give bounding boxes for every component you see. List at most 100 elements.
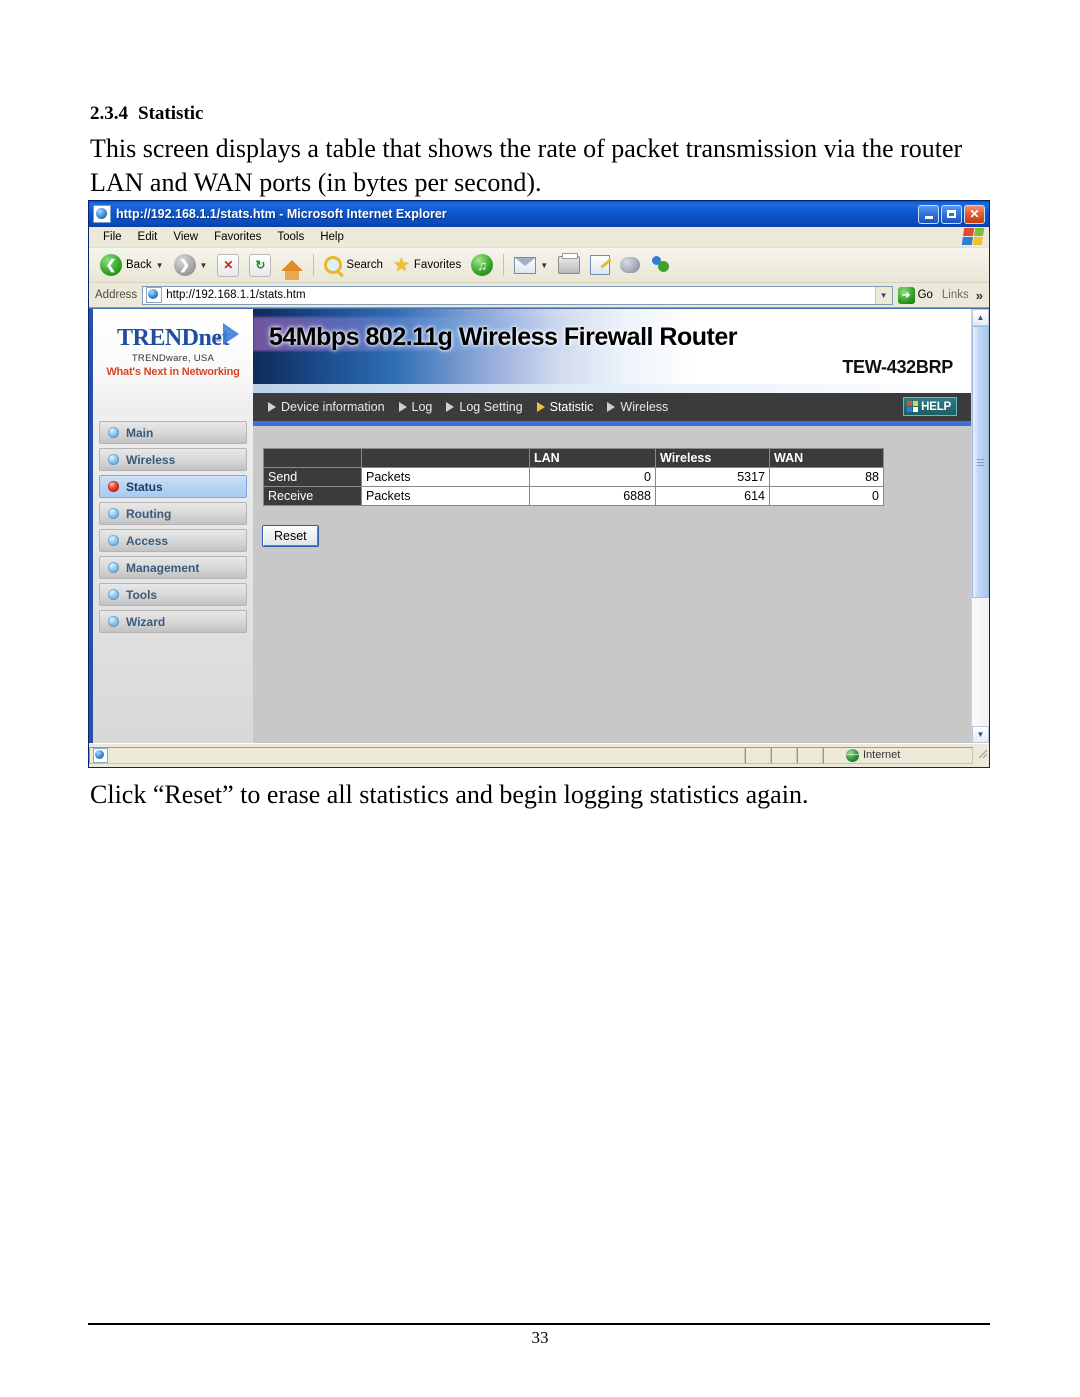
go-button[interactable]: ➔ Go: [897, 286, 933, 304]
refresh-button[interactable]: ↻: [244, 252, 276, 279]
reset-button[interactable]: Reset: [263, 526, 318, 546]
bullet-icon: [108, 535, 119, 546]
back-button[interactable]: ❮ Back ▼: [95, 252, 169, 278]
brand-name: TRENDnet ®: [117, 325, 230, 352]
sidebar-menu: Main Wireless Status Routing Access Mana…: [93, 421, 253, 633]
sidebar-item-label: Routing: [126, 506, 172, 521]
cell-receive-wireless: 614: [655, 486, 770, 506]
mail-dropdown-icon[interactable]: ▼: [540, 261, 548, 270]
arrow-icon: [607, 402, 616, 412]
toolbar-divider: [313, 254, 315, 276]
sidebar-item-label: Tools: [126, 587, 158, 602]
back-dropdown-icon[interactable]: ▼: [156, 261, 164, 270]
status-message: [89, 746, 745, 764]
page-icon: [146, 287, 163, 303]
address-value: http://192.168.1.1/stats.htm: [166, 289, 306, 301]
sidebar-item-management[interactable]: Management: [99, 556, 247, 579]
company-name: TRENDware, USA: [131, 353, 215, 364]
page-viewport: TRENDnet ® TRENDware, USA What's Next in…: [89, 308, 989, 743]
reset-row: Reset: [263, 526, 959, 546]
header-blank-2: [361, 448, 530, 468]
sidebar-item-label: Wizard: [126, 614, 166, 629]
menu-item-tools[interactable]: Tools: [269, 229, 312, 245]
sidebar-item-routing[interactable]: Routing: [99, 502, 247, 525]
tab-log-setting[interactable]: Log Setting: [441, 400, 527, 414]
resize-grip-icon[interactable]: [973, 750, 989, 760]
print-button[interactable]: [553, 253, 585, 276]
help-button[interactable]: HELP: [903, 397, 957, 416]
tab-log[interactable]: Log: [394, 400, 438, 414]
statistics-table: LAN Wireless WAN Send Packets 0 5317 88 …: [263, 448, 884, 506]
back-arrow-icon: ❮: [100, 254, 122, 276]
scroll-down-button[interactable]: ▼: [972, 726, 989, 743]
scroll-up-button[interactable]: ▲: [972, 309, 989, 326]
row-unit-send: Packets: [361, 467, 530, 487]
tab-statistic[interactable]: Statistic: [532, 400, 599, 414]
status-pane-1: [745, 746, 771, 764]
menu-item-file[interactable]: File: [95, 229, 130, 245]
tab-wireless[interactable]: Wireless: [602, 400, 673, 414]
home-button[interactable]: [276, 258, 308, 280]
menu-bar: File Edit View Favorites Tools Help: [89, 227, 989, 248]
cell-send-lan: 0: [529, 467, 656, 487]
menu-item-view[interactable]: View: [165, 229, 206, 245]
section-title: Statistic: [138, 103, 204, 124]
forward-button[interactable]: ❯ ▼: [169, 252, 213, 278]
sidebar-item-wireless[interactable]: Wireless: [99, 448, 247, 471]
header-lan: LAN: [529, 448, 656, 468]
discuss-icon: [620, 257, 641, 273]
favorites-button[interactable]: ★ Favorites: [388, 254, 466, 277]
menu-item-edit[interactable]: Edit: [130, 229, 166, 245]
bullet-icon: [108, 427, 119, 438]
brand-tagline: What's Next in Networking: [106, 366, 240, 378]
row-direction-send: Send: [263, 467, 362, 487]
messenger-icon: [650, 256, 670, 274]
scroll-thumb[interactable]: [972, 326, 989, 598]
address-label: Address: [95, 289, 138, 301]
edit-button[interactable]: [585, 253, 615, 277]
toolbar-overflow-icon[interactable]: »: [974, 288, 985, 303]
browser-statusbar: Internet: [89, 743, 989, 766]
minimize-button[interactable]: [918, 204, 939, 224]
sidebar-item-access[interactable]: Access: [99, 529, 247, 552]
banner-model: TEW-432BRP: [842, 357, 953, 377]
sidebar-item-main[interactable]: Main: [99, 421, 247, 444]
bullet-icon: [108, 562, 119, 573]
help-label: HELP: [921, 400, 951, 413]
row-unit-receive: Packets: [361, 486, 530, 506]
messenger-button[interactable]: [645, 254, 675, 276]
sidebar-item-tools[interactable]: Tools: [99, 583, 247, 606]
sidebar-item-wizard[interactable]: Wizard: [99, 610, 247, 633]
section-heading: 2.3.4 Statistic: [90, 103, 203, 125]
security-zone[interactable]: Internet: [823, 746, 973, 764]
search-button[interactable]: Search: [319, 254, 387, 276]
menu-item-help[interactable]: Help: [312, 229, 352, 245]
media-button[interactable]: ♫: [466, 252, 498, 278]
vertical-scrollbar[interactable]: ▲ ▼: [971, 309, 989, 743]
logo-arrow-icon: [223, 323, 239, 345]
address-dropdown-icon[interactable]: ▼: [874, 286, 892, 304]
product-banner: 54Mbps 802.11g Wireless Firewall Router …: [253, 309, 971, 393]
close-button[interactable]: ✕: [964, 204, 985, 224]
sidebar-item-status[interactable]: Status: [99, 475, 247, 498]
window-title: http://192.168.1.1/stats.htm - Microsoft…: [116, 207, 447, 221]
stop-button[interactable]: ✕: [212, 252, 244, 279]
arrow-active-icon: [536, 402, 545, 412]
forward-dropdown-icon[interactable]: ▼: [200, 261, 208, 270]
banner-title: 54Mbps 802.11g Wireless Firewall Router: [269, 323, 737, 351]
address-input[interactable]: http://192.168.1.1/stats.htm ▼: [142, 285, 893, 305]
menu-item-favorites[interactable]: Favorites: [206, 229, 269, 245]
grip-icon: [977, 458, 984, 466]
mail-button[interactable]: ▼: [509, 255, 553, 276]
tab-device-information[interactable]: Device information: [263, 400, 390, 414]
scroll-track[interactable]: [972, 326, 989, 726]
links-label[interactable]: Links: [938, 289, 969, 301]
table-row: Receive Packets 6888 614 0: [263, 486, 884, 506]
discuss-button[interactable]: [615, 255, 645, 275]
stop-icon: ✕: [217, 253, 240, 277]
row-direction-receive: Receive: [263, 486, 362, 506]
ie-logo-icon: [93, 205, 111, 223]
header-wan: WAN: [769, 448, 884, 468]
maximize-button[interactable]: [941, 204, 962, 224]
